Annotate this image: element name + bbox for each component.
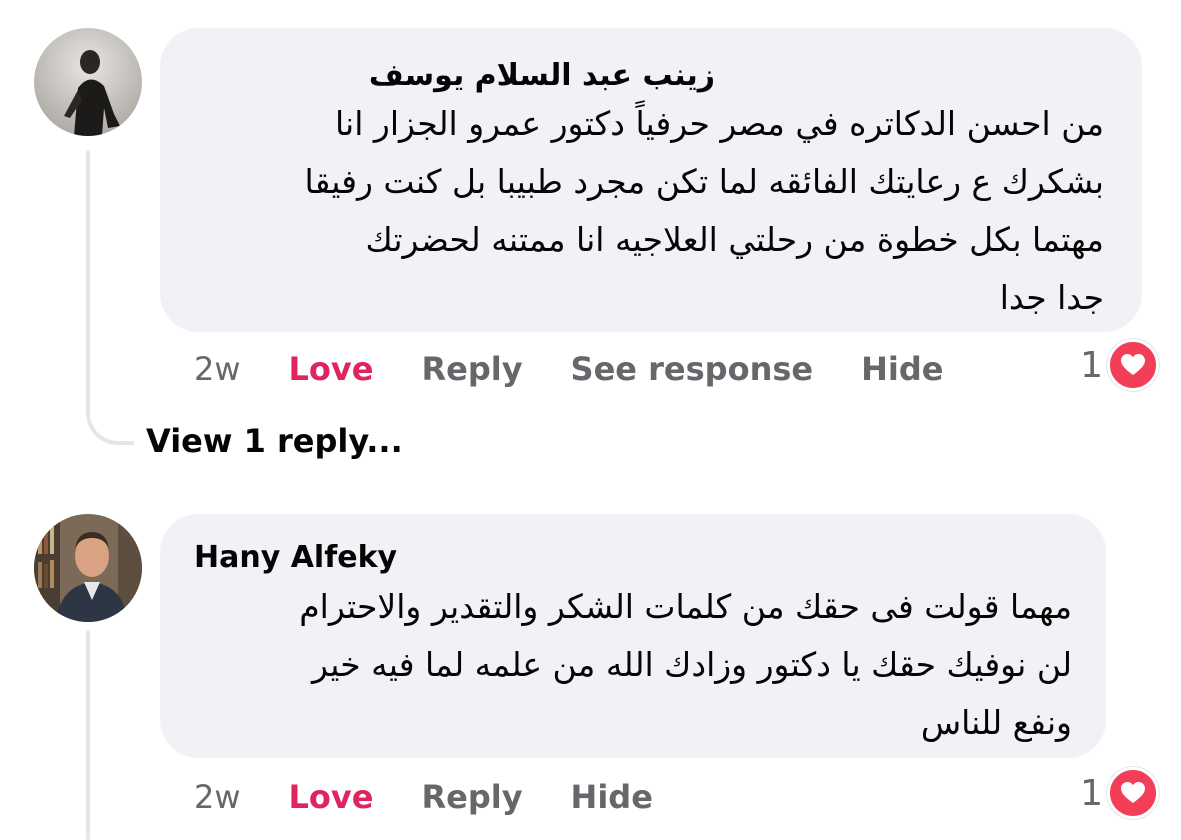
thread-line	[86, 150, 90, 400]
comment-author[interactable]: Hany Alfeky	[194, 540, 397, 576]
comment-bubble: زينب عبد السلام يوسف من احسن الدكاتره في…	[160, 28, 1142, 332]
love-button[interactable]: Love	[289, 350, 374, 388]
see-response-button[interactable]: See response	[571, 350, 814, 388]
reaction-summary[interactable]: 1	[1080, 339, 1159, 391]
thread-line	[86, 630, 90, 840]
hide-button[interactable]: Hide	[861, 350, 943, 388]
avatar[interactable]	[34, 514, 142, 622]
comment-line: جدا جدا	[999, 278, 1104, 317]
comment-author[interactable]: زينب عبد السلام يوسف	[369, 58, 715, 94]
love-button[interactable]: Love	[289, 778, 374, 816]
comment-line: لن نوفيك حقك يا دكتور وزادك الله من علمه…	[312, 645, 1072, 684]
heart-icon	[1107, 767, 1159, 819]
heart-icon	[1107, 339, 1159, 391]
hide-button[interactable]: Hide	[571, 778, 653, 816]
comment-line: من احسن الدكاتره في مصر حرفياً دكتور عمر…	[334, 104, 1104, 143]
comment-line: ونفع للناس	[920, 703, 1072, 742]
reply-button[interactable]: Reply	[421, 778, 522, 816]
comment-line: مهتما بكل خطوة من رحلتي العلاجيه انا ممت…	[365, 220, 1104, 259]
thread-connector	[86, 395, 134, 445]
view-replies-link[interactable]: View 1 reply...	[146, 422, 403, 460]
reaction-summary[interactable]: 1	[1080, 767, 1159, 819]
comment-line: مهما قولت فى حقك من كلمات الشكر والتقدير…	[299, 587, 1072, 626]
comment-timestamp[interactable]: 2w	[194, 778, 241, 816]
reaction-count: 1	[1080, 344, 1103, 386]
comment-line: بشكرك ع رعايتك الفائقه لما تكن مجرد طبيب…	[304, 162, 1104, 201]
comment-timestamp[interactable]: 2w	[194, 350, 241, 388]
avatar[interactable]	[34, 28, 142, 136]
reaction-count: 1	[1080, 772, 1103, 814]
comment-actions: 2w Love Reply Hide	[160, 772, 701, 822]
comment-actions: 2w Love Reply See response Hide	[160, 344, 991, 394]
reply-button[interactable]: Reply	[421, 350, 522, 388]
avatar-photo	[34, 514, 142, 622]
avatar-photo	[34, 28, 142, 136]
comment-bubble: Hany Alfeky مهما قولت فى حقك من كلمات ال…	[160, 514, 1106, 758]
